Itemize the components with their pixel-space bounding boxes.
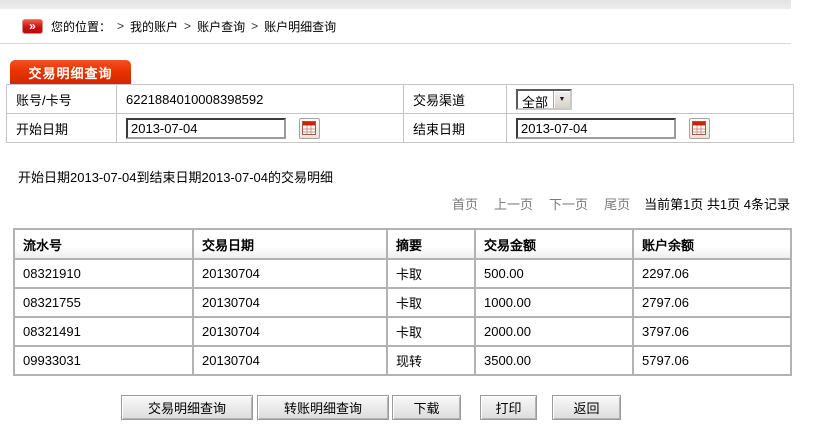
transaction-table: 流水号 交易日期 摘要 交易金额 账户余额 08321910 20130704 … <box>13 228 792 376</box>
breadcrumb-item-account-detail-query[interactable]: 账户明细查询 <box>264 18 336 35</box>
chevron-down-icon[interactable]: ▼ <box>553 91 570 108</box>
start-date-input[interactable] <box>126 118 286 139</box>
channel-select[interactable]: 全部 ▼ <box>516 89 572 110</box>
pagination: 首页 上一页 下一页 尾页 当前第1页 共1页 4条记录 <box>0 194 790 213</box>
cell-transaction-amount: 2000.00 <box>475 317 633 346</box>
channel-label: 交易渠道 <box>404 85 507 114</box>
pagination-next-link[interactable]: 下一页 <box>549 194 588 213</box>
cell-summary: 卡取 <box>387 259 475 288</box>
breadcrumb-item-my-accounts[interactable]: 我的账户 <box>130 18 178 35</box>
pagination-last-link[interactable]: 尾页 <box>604 194 630 213</box>
cell-transaction-date: 20130704 <box>193 259 387 288</box>
cell-summary: 卡取 <box>387 317 475 346</box>
pagination-prev-link[interactable]: 上一页 <box>494 194 533 213</box>
query-form: 账号/卡号 6221884010008398592 交易渠道 全部 ▼ 开始日期 <box>6 84 794 143</box>
pagination-info: 当前第1页 共1页 4条记录 <box>644 194 790 213</box>
cell-serial-number: 08321491 <box>14 317 193 346</box>
breadcrumb-location-label: 您的位置： <box>51 18 111 35</box>
cell-account-balance: 5797.06 <box>633 346 791 375</box>
cell-account-balance: 2797.06 <box>633 288 791 317</box>
breadcrumb-separator: > <box>251 19 258 33</box>
download-button[interactable]: 下载 <box>392 395 461 420</box>
back-button[interactable]: 返回 <box>552 395 621 420</box>
cell-serial-number: 08321755 <box>14 288 193 317</box>
chevrons-right-icon: » <box>22 19 43 34</box>
cell-transaction-date: 20130704 <box>193 317 387 346</box>
cell-transaction-amount: 1000.00 <box>475 288 633 317</box>
breadcrumb-separator: > <box>184 19 191 33</box>
transfer-detail-query-button[interactable]: 转账明细查询 <box>257 395 389 420</box>
cell-account-balance: 2297.06 <box>633 259 791 288</box>
action-buttons: 交易明细查询 转账明细查询 下载 打印 返回 <box>121 395 827 420</box>
cell-transaction-amount: 500.00 <box>475 259 633 288</box>
cell-transaction-date: 20130704 <box>193 346 387 375</box>
cell-serial-number: 09933031 <box>14 346 193 375</box>
table-row: 09933031 20130704 现转 3500.00 5797.06 <box>14 346 791 375</box>
cell-serial-number: 08321910 <box>14 259 193 288</box>
cell-transaction-date: 20130704 <box>193 288 387 317</box>
column-header-account-balance: 账户余额 <box>633 229 791 259</box>
form-row-account-channel: 账号/卡号 6221884010008398592 交易渠道 全部 ▼ <box>7 85 794 114</box>
channel-select-value: 全部 <box>518 91 553 108</box>
end-date-input[interactable] <box>516 118 676 139</box>
print-button[interactable]: 打印 <box>480 395 537 420</box>
table-row: 08321755 20130704 卡取 1000.00 2797.06 <box>14 288 791 317</box>
table-header-row: 流水号 交易日期 摘要 交易金额 账户余额 <box>14 229 791 259</box>
breadcrumb-item-account-query[interactable]: 账户查询 <box>197 18 245 35</box>
column-header-serial-number: 流水号 <box>14 229 193 259</box>
result-summary-text: 开始日期2013-07-04到结束日期2013-07-04的交易明细 <box>18 167 827 186</box>
cell-account-balance: 3797.06 <box>633 317 791 346</box>
form-row-dates: 开始日期 结束日期 <box>7 114 794 143</box>
pagination-first-link[interactable]: 首页 <box>452 194 478 213</box>
calendar-icon <box>692 121 706 135</box>
column-header-transaction-date: 交易日期 <box>193 229 387 259</box>
cell-summary: 卡取 <box>387 288 475 317</box>
account-number-label: 账号/卡号 <box>7 85 117 114</box>
column-header-transaction-amount: 交易金额 <box>475 229 633 259</box>
breadcrumb-separator: > <box>117 19 124 33</box>
table-row: 08321491 20130704 卡取 2000.00 3797.06 <box>14 317 791 346</box>
account-number-value: 6221884010008398592 <box>117 85 404 114</box>
tab-transaction-detail-query[interactable]: 交易明细查询 <box>10 60 131 84</box>
start-date-label: 开始日期 <box>7 114 117 143</box>
top-divider-bar <box>0 0 791 9</box>
cell-transaction-amount: 3500.00 <box>475 346 633 375</box>
transaction-detail-query-button[interactable]: 交易明细查询 <box>121 395 253 420</box>
start-date-calendar-button[interactable] <box>299 118 320 139</box>
cell-summary: 现转 <box>387 346 475 375</box>
breadcrumb: » 您的位置： > 我的账户 > 账户查询 > 账户明细查询 <box>0 9 791 44</box>
table-row: 08321910 20130704 卡取 500.00 2297.06 <box>14 259 791 288</box>
column-header-summary: 摘要 <box>387 229 475 259</box>
end-date-calendar-button[interactable] <box>689 118 710 139</box>
end-date-label: 结束日期 <box>404 114 507 143</box>
calendar-icon <box>302 121 316 135</box>
